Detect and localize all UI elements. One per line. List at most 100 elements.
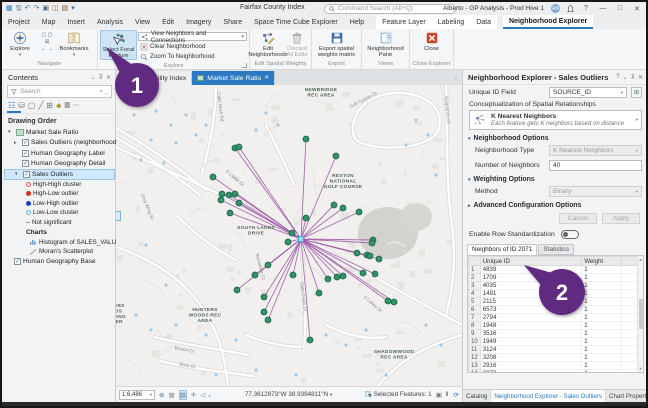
number-of-neighbors-input[interactable]: 40 xyxy=(549,160,642,171)
neighbors-table[interactable]: Unique IDWeight1483912170913403514149115… xyxy=(467,255,644,373)
list-by-drawing-order-icon[interactable]: ☷ xyxy=(8,101,15,110)
export-weights-button[interactable]: Export spatial weights matrix xyxy=(315,30,359,58)
neighbor-point[interactable] xyxy=(261,294,267,300)
refresh-field-button[interactable]: ⊞ xyxy=(631,87,642,98)
neighbor-point[interactable] xyxy=(356,209,362,215)
legend-item-4[interactable]: Not significant xyxy=(4,218,115,228)
close-tab-icon[interactable]: ✕ xyxy=(264,75,269,81)
explore-button[interactable]: Explore▾ xyxy=(4,30,36,58)
neighbor-point[interactable] xyxy=(289,230,295,236)
list-by-charts-icon[interactable]: 𝄜 xyxy=(65,101,70,111)
expander-icon[interactable]: ▸ xyxy=(14,140,20,146)
neighbor-point[interactable] xyxy=(333,153,339,159)
map-tab-vulnerability-index[interactable]: Vulnerability Index xyxy=(116,71,192,85)
customize-icon[interactable]: ▾ xyxy=(71,4,75,13)
neighbor-point[interactable] xyxy=(307,337,313,343)
ribbon-tab-help[interactable]: Help xyxy=(344,15,370,29)
neighbor-point[interactable] xyxy=(376,256,382,262)
select-focal-feature-button[interactable]: Select Focal Feature xyxy=(100,30,137,60)
neighbor-point[interactable] xyxy=(210,174,216,180)
table-row[interactable]: 1131241 xyxy=(469,346,638,354)
ribbon-tab-share[interactable]: Share xyxy=(217,15,248,29)
neighbor-point[interactable] xyxy=(340,205,346,211)
table-row[interactable]: 935161 xyxy=(469,330,638,338)
dock-tab-catalog[interactable]: Catalog xyxy=(463,390,491,402)
neighbor-point[interactable] xyxy=(219,191,225,197)
dialog-launcher-icon[interactable] xyxy=(242,63,247,68)
table-row[interactable]: 665731 xyxy=(469,306,638,314)
tab-list-icon[interactable]: ⌄ xyxy=(454,75,462,81)
neighbor-point[interactable] xyxy=(232,191,238,197)
layer-3[interactable]: ▾✓Sales Outliers xyxy=(4,169,115,180)
neighbor-point[interactable] xyxy=(360,270,366,276)
neighbor-point[interactable] xyxy=(334,274,340,280)
neighbor-point[interactable] xyxy=(331,202,337,208)
command-search-input[interactable]: Command Search (Alt+Q) xyxy=(324,4,456,14)
neighborhood-options-section[interactable]: ▾Neighborhood Options xyxy=(463,132,648,143)
list-by-labeling-icon[interactable]: ⬥ xyxy=(56,101,62,111)
layer-2[interactable]: ✓Human Geography Detail xyxy=(4,159,115,170)
neighbor-point[interactable] xyxy=(236,144,242,150)
ribbon-tab-analysis[interactable]: Analysis xyxy=(91,15,129,29)
neighbor-point[interactable] xyxy=(325,276,331,282)
ribbon-tab-insert[interactable]: Insert xyxy=(61,15,91,29)
dock-tab-neighborhood-explorer-sales-outliers[interactable]: Neighborhood Explorer - Sales Outliers xyxy=(491,390,606,402)
ribbon-tab-edit[interactable]: Edit xyxy=(156,15,180,29)
contents-search-input[interactable]: Search ⌕ ⌄ xyxy=(7,85,112,98)
close-pane-icon[interactable]: ✕ xyxy=(106,74,111,81)
edit-neighborhoods-button[interactable]: Edit Neighborhoods xyxy=(252,30,284,58)
ribbon-tab-data[interactable]: Data xyxy=(470,15,497,29)
table-row[interactable]: 521151 xyxy=(469,298,638,306)
bookmarks-button[interactable]: Bookmarks▾ xyxy=(58,30,90,58)
neighbor-point[interactable] xyxy=(261,309,267,315)
ribbon-tab-map[interactable]: Map xyxy=(36,15,62,29)
maximize-button[interactable]: □ xyxy=(615,5,625,12)
chart-item-0[interactable]: Histogram of SALES_VALUE xyxy=(4,238,115,248)
map-tab-market-sale-ratio[interactable]: Market Sale Ratio✕ xyxy=(192,71,275,85)
ribbon-tab-space-time-cube-explorer[interactable]: Space Time Cube Explorer xyxy=(248,15,344,29)
chart-item-1[interactable]: Moran's Scatterplot xyxy=(4,247,115,257)
neighbor-point[interactable] xyxy=(265,317,271,323)
avatar[interactable]: AN xyxy=(551,4,560,13)
layers-icon[interactable]: ▦ xyxy=(168,391,174,399)
neighbor-point[interactable] xyxy=(290,272,296,278)
ribbon-tab-feature-layer[interactable]: Feature Layer xyxy=(376,15,432,29)
focal-feature-marker[interactable] xyxy=(299,237,304,242)
table-row[interactable]: 340351 xyxy=(469,282,638,290)
list-by-snapping-icon[interactable]: ⊞ xyxy=(46,101,53,110)
toolbar-overflow-icon[interactable]: ⋯ xyxy=(73,102,79,109)
help-button[interactable]: ? xyxy=(581,5,591,12)
layer-0[interactable]: ▸✓Sales Outliers (neighborhood) xyxy=(4,138,115,149)
neighbor-point[interactable] xyxy=(285,239,291,245)
conceptualization-selector[interactable]: K Nearest Neighbors Each feature gets K … xyxy=(469,110,642,130)
layer-checkbox[interactable]: ✓ xyxy=(22,150,29,157)
layer-base[interactable]: ✓Human Geography Base xyxy=(4,257,115,268)
neighbor-point[interactable] xyxy=(369,240,375,246)
ribbon-tab-view[interactable]: View xyxy=(129,15,156,29)
neighbor-point[interactable] xyxy=(252,272,258,278)
layer-map[interactable]: ▾Market Sale Ratio xyxy=(4,127,115,138)
close-explorer-button[interactable]: Close xyxy=(417,30,447,52)
expander-icon[interactable]: ▾ xyxy=(15,171,21,177)
neighbor-point[interactable] xyxy=(234,287,240,293)
close-window-button[interactable]: ✕ xyxy=(632,5,642,13)
layer-checkbox[interactable]: ✓ xyxy=(22,160,29,167)
table-row[interactable]: 1420731 xyxy=(469,370,638,374)
neighbor-point[interactable] xyxy=(265,262,271,268)
statistics-tab[interactable]: Statistics xyxy=(538,244,574,255)
scale-dropdown[interactable]: 1:6,486▾ xyxy=(119,390,155,400)
neighbor-point[interactable] xyxy=(218,197,224,203)
legend-item-1[interactable]: High-Low outlier xyxy=(4,189,115,199)
table-row[interactable]: 414911 xyxy=(469,290,638,298)
neighbor-point[interactable] xyxy=(367,253,373,259)
zoom-to-neighborhood-button[interactable]: Zoom To Neighborhood xyxy=(138,52,247,61)
undo-icon[interactable]: ↶ xyxy=(25,4,31,13)
table-scrollbar[interactable]: ▲▼ xyxy=(637,256,643,372)
minimize-button[interactable]: — xyxy=(598,5,608,12)
panel-help-icon[interactable]: ? xyxy=(616,74,619,81)
save-icon[interactable]: 🖫 xyxy=(16,4,22,13)
layer-1[interactable]: ✓Human Geography Label xyxy=(4,148,115,159)
notebook-icon[interactable]: ▤ xyxy=(62,4,69,13)
clear-neighborhood-button[interactable]: Clear Neighborhood xyxy=(138,42,247,51)
legend-item-2[interactable]: Low-High outlier xyxy=(4,199,115,209)
